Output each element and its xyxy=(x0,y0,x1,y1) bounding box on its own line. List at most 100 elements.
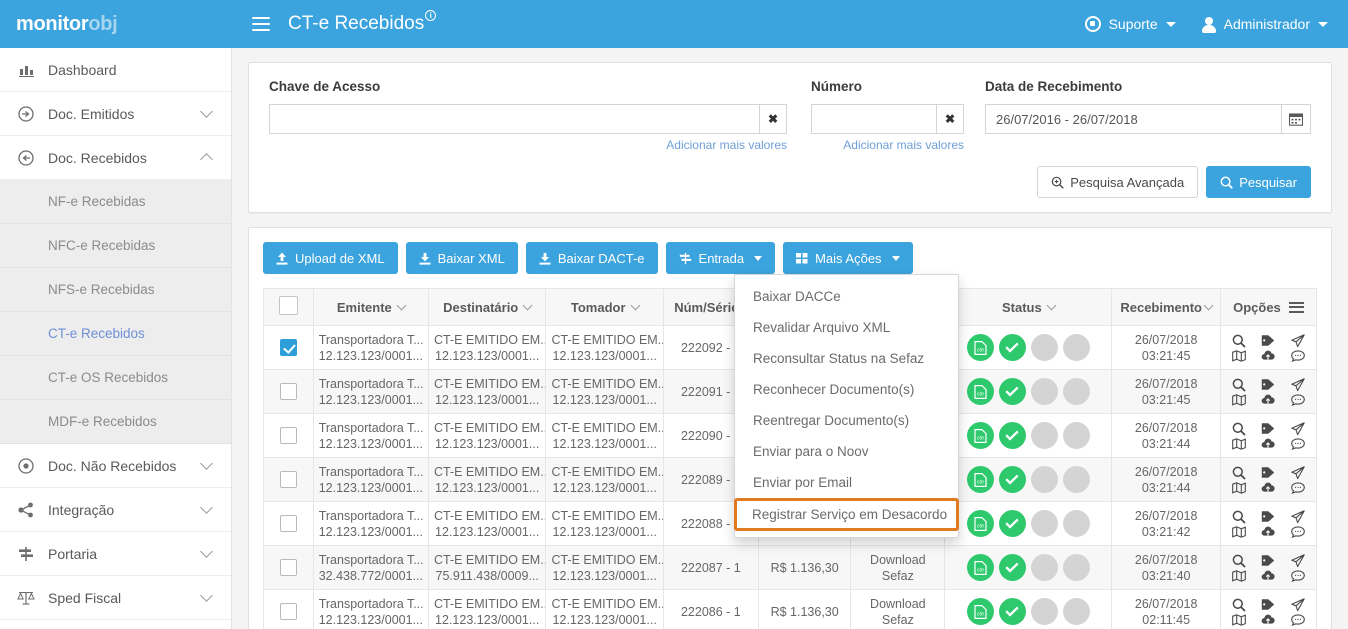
comment-icon[interactable] xyxy=(1291,613,1305,626)
menu-item-enviar-para-noov[interactable]: Enviar para o Noov xyxy=(735,436,958,467)
sidebar-item-sped-fiscal[interactable]: Sped Fiscal xyxy=(0,576,231,620)
status-badge-documento[interactable]: cte xyxy=(966,598,994,625)
cloud-upload-icon[interactable] xyxy=(1261,482,1276,493)
status-badge-inactive[interactable] xyxy=(1062,598,1090,625)
row-checkbox[interactable] xyxy=(279,427,297,444)
menu-item-enviar-por-email[interactable]: Enviar por Email xyxy=(735,467,958,498)
search-icon[interactable] xyxy=(1232,378,1246,392)
paper-plane-icon[interactable] xyxy=(1291,377,1305,392)
row-checkbox[interactable] xyxy=(279,383,297,400)
search-icon[interactable] xyxy=(1232,334,1246,348)
map-icon[interactable] xyxy=(1231,525,1246,538)
menu-item-registrar-servico-desacordo[interactable]: Registrar Serviço em Desacordo xyxy=(734,498,959,531)
sidebar-subitem-nfce-recebidas[interactable]: NFC-e Recebidas xyxy=(0,224,231,268)
column-header-status[interactable]: Status xyxy=(944,288,1113,326)
status-badge-autorizado[interactable] xyxy=(998,554,1026,581)
row-checkbox[interactable] xyxy=(279,603,297,620)
app-logo[interactable]: monitorobj xyxy=(0,0,232,48)
search-icon[interactable] xyxy=(1232,422,1246,436)
status-badge-inactive[interactable] xyxy=(1062,466,1090,493)
baixar-xml-button[interactable]: Baixar XML xyxy=(405,242,518,274)
row-select-cell[interactable] xyxy=(263,413,314,458)
status-badge-autorizado[interactable] xyxy=(998,510,1026,537)
search-button[interactable]: Pesquisar xyxy=(1206,166,1311,198)
sidebar-subitem-cte-os-recebidos[interactable]: CT-e OS Recebidos xyxy=(0,356,231,400)
clear-chave-icon[interactable]: ✖ xyxy=(759,104,787,134)
menu-item-revalidar-arquivo-xml[interactable]: Revalidar Arquivo XML xyxy=(735,312,958,343)
info-badge-icon[interactable]: i xyxy=(425,10,437,21)
calendar-icon[interactable] xyxy=(1281,104,1311,134)
sidebar-subitem-mdfe-recebidos[interactable]: MDF-e Recebidos xyxy=(0,400,231,444)
status-badge-inactive[interactable] xyxy=(1062,554,1090,581)
search-icon[interactable] xyxy=(1232,554,1246,568)
search-icon[interactable] xyxy=(1232,510,1246,524)
row-checkbox[interactable] xyxy=(279,471,297,488)
status-badge-documento[interactable]: cte xyxy=(966,466,994,493)
map-icon[interactable] xyxy=(1231,393,1246,406)
upload-xml-button[interactable]: Upload de XML xyxy=(263,242,398,274)
cloud-upload-icon[interactable] xyxy=(1261,570,1276,581)
row-checkbox[interactable] xyxy=(279,515,297,532)
tag-icon[interactable] xyxy=(1261,422,1275,435)
paper-plane-icon[interactable] xyxy=(1291,597,1305,612)
sidebar-toggle-icon[interactable] xyxy=(252,17,270,31)
tag-icon[interactable] xyxy=(1261,334,1275,347)
sidebar-subitem-cte-recebidos[interactable]: CT-e Recebidos xyxy=(0,312,231,356)
cloud-upload-icon[interactable] xyxy=(1261,438,1276,449)
comment-icon[interactable] xyxy=(1291,437,1305,450)
tag-icon[interactable] xyxy=(1261,598,1275,611)
status-badge-inactive[interactable] xyxy=(1062,510,1090,537)
column-header-recebimento[interactable]: Recebimento xyxy=(1111,288,1221,326)
row-checkbox[interactable] xyxy=(279,339,297,356)
row-select-cell[interactable] xyxy=(263,369,314,414)
status-badge-inactive[interactable] xyxy=(1030,422,1058,449)
sidebar-item-dashboard[interactable]: Dashboard xyxy=(0,48,231,92)
baixar-dacte-button[interactable]: Baixar DACT-e xyxy=(525,242,658,274)
row-checkbox[interactable] xyxy=(279,559,297,576)
row-select-cell[interactable] xyxy=(263,589,314,629)
list-menu-icon[interactable] xyxy=(1288,301,1304,313)
paper-plane-icon[interactable] xyxy=(1291,465,1305,480)
status-badge-autorizado[interactable] xyxy=(998,334,1026,361)
map-icon[interactable] xyxy=(1231,569,1246,582)
sidebar-subitem-nfse-recebidas[interactable]: NFS-e Recebidas xyxy=(0,268,231,312)
paper-plane-icon[interactable] xyxy=(1291,509,1305,524)
row-select-cell[interactable] xyxy=(263,501,314,546)
map-icon[interactable] xyxy=(1231,481,1246,494)
status-badge-inactive[interactable] xyxy=(1030,554,1058,581)
status-badge-autorizado[interactable] xyxy=(998,598,1026,625)
status-badge-documento[interactable]: cte xyxy=(966,378,994,405)
select-all-header[interactable] xyxy=(263,288,314,326)
select-all-checkbox[interactable] xyxy=(278,296,298,315)
mais-acoes-dropdown-button[interactable]: Mais Ações xyxy=(783,242,913,274)
status-badge-inactive[interactable] xyxy=(1062,334,1090,361)
comment-icon[interactable] xyxy=(1291,569,1305,582)
status-badge-documento[interactable]: cte xyxy=(966,334,994,361)
status-badge-inactive[interactable] xyxy=(1030,598,1058,625)
comment-icon[interactable] xyxy=(1291,349,1305,362)
column-header-tomador[interactable]: Tomador xyxy=(545,288,664,326)
cloud-upload-icon[interactable] xyxy=(1261,614,1276,625)
comment-icon[interactable] xyxy=(1291,481,1305,494)
search-icon[interactable] xyxy=(1232,466,1246,480)
column-header-opcoes[interactable]: Opções xyxy=(1219,288,1318,326)
advanced-search-button[interactable]: Pesquisa Avançada xyxy=(1037,166,1199,198)
status-badge-documento[interactable]: cte xyxy=(966,422,994,449)
cloud-upload-icon[interactable] xyxy=(1261,526,1276,537)
sidebar-item-doc-recebidos[interactable]: Doc. Recebidos xyxy=(0,136,231,180)
status-badge-inactive[interactable] xyxy=(1062,422,1090,449)
user-menu[interactable]: Administrador xyxy=(1201,16,1328,33)
tag-icon[interactable] xyxy=(1261,466,1275,479)
status-badge-inactive[interactable] xyxy=(1030,466,1058,493)
sidebar-item-portaria[interactable]: Portaria xyxy=(0,532,231,576)
status-badge-documento[interactable]: cte xyxy=(966,554,994,581)
paper-plane-icon[interactable] xyxy=(1291,333,1305,348)
paper-plane-icon[interactable] xyxy=(1291,553,1305,568)
add-more-chave-link[interactable]: Adicionar mais valores xyxy=(269,138,787,152)
column-header-emitente[interactable]: Emitente xyxy=(312,288,429,326)
status-badge-inactive[interactable] xyxy=(1030,510,1058,537)
status-badge-inactive[interactable] xyxy=(1030,334,1058,361)
sidebar-item-doc-emitidos[interactable]: Doc. Emitidos xyxy=(0,92,231,136)
tag-icon[interactable] xyxy=(1261,378,1275,391)
table-row[interactable]: Transportadora T... 32.438.772/0001... CT… xyxy=(263,545,1318,590)
